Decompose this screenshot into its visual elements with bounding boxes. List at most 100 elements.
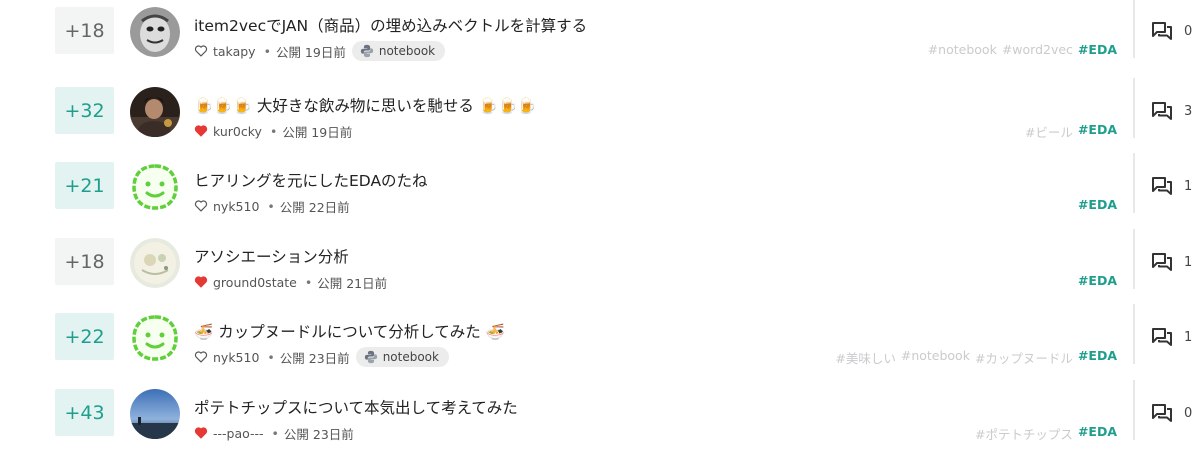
tag-list: #ポテトチップス #EDA [975,424,1117,443]
comment-count: 1 [1184,178,1193,194]
divider [1133,304,1135,364]
python-icon [360,44,373,58]
vote-count[interactable]: +18 [55,7,114,54]
tag-link[interactable]: #notebook [928,42,997,57]
avatar[interactable] [130,7,180,57]
meta-separator: • [267,198,275,214]
item-meta: ---pao--- • 公開 23日前 [194,421,354,445]
comment-bubbles-icon [1152,328,1172,346]
comment-count: 0 [1184,23,1193,39]
author-name[interactable]: takapy [213,44,256,59]
tag-link[interactable]: #美味しい [835,348,895,367]
list-item[interactable]: +21 ヒアリングを元にしたEDAのたね nyk510 • 公開 22日前 #E… [0,153,1200,218]
vote-count[interactable]: +22 [55,313,114,360]
meta-separator: • [304,274,313,290]
comment-count-button[interactable]: 0 [1152,404,1192,422]
comment-bubbles-icon [1152,22,1172,40]
main-tag-link[interactable]: #EDA [1078,424,1117,443]
vote-count[interactable]: +21 [55,162,114,209]
comment-count-button[interactable]: 1 [1152,253,1192,271]
meta-separator: • [263,43,271,59]
tag-link[interactable]: #カップヌードル [975,348,1073,367]
tag-link[interactable]: #notebook [901,348,970,367]
tag-list: #EDA [1078,273,1117,288]
divider [1133,78,1135,138]
published-date: 公開 23日前 [283,426,354,442]
list-item[interactable]: +43 ポテトチップスについて本気出して考えてみた ---pao--- • 公開… [0,380,1200,445]
divider [1133,0,1135,58]
vote-count[interactable]: +32 [55,87,114,134]
avatar[interactable] [130,238,180,288]
heart-icon[interactable] [194,351,208,363]
comment-bubbles-icon [1152,177,1172,195]
competition-notebook-list: +18 item2vecでJAN（商品）の埋め込みベクトルを計算する takap… [0,0,1200,464]
avatar[interactable] [130,162,180,212]
published-date: 公開 23日前 [279,350,350,366]
tag-list: #ビール #EDA [1025,122,1117,141]
tag-list: #notebook #word2vec #EDA [928,42,1117,57]
heart-icon[interactable] [194,45,208,57]
heart-icon[interactable] [194,276,208,288]
comment-count: 1 [1184,329,1193,345]
item-meta: nyk510 • 公開 22日前 [194,194,350,218]
published-date: 公開 22日前 [279,199,350,215]
main-tag-link[interactable]: #EDA [1078,348,1117,367]
main-tag-link[interactable]: #EDA [1078,197,1117,212]
list-item[interactable]: +32 🍺🍺🍺 大好きな飲み物に思いを馳せる 🍺🍺🍺 kur0cky • 公開 … [0,78,1200,143]
meta-separator: • [269,123,278,139]
item-title-link[interactable]: 🍜 カップヌードルについて分析してみた 🍜 [194,320,505,342]
comment-count-button[interactable]: 1 [1152,177,1192,195]
author-name[interactable]: nyk510 [213,199,259,214]
comment-count: 1 [1184,254,1193,270]
vote-count[interactable]: +43 [55,389,114,436]
comment-count-button[interactable]: 1 [1152,328,1192,346]
avatar[interactable] [130,389,180,439]
vote-count[interactable]: +18 [55,238,114,285]
comment-count: 3 [1184,103,1193,119]
comment-bubbles-icon [1152,102,1172,120]
tag-list: #EDA [1078,197,1117,212]
heart-icon[interactable] [194,200,208,212]
notebook-label: notebook [382,350,439,364]
author-name[interactable]: ---pao--- [213,426,264,441]
heart-icon[interactable] [194,125,208,137]
comment-bubbles-icon [1152,253,1172,271]
heart-icon[interactable] [194,427,208,439]
python-icon [364,350,377,364]
notebook-badge[interactable]: notebook [355,347,449,367]
author-name[interactable]: ground0state [213,275,297,290]
author-name[interactable]: nyk510 [213,350,259,365]
main-tag-link[interactable]: #EDA [1078,122,1117,141]
notebook-badge[interactable]: notebook [351,41,446,61]
item-title-link[interactable]: アソシエーション分析 [194,245,349,267]
author-name[interactable]: kur0cky [213,124,262,139]
tag-link[interactable]: #ビール [1025,122,1073,141]
item-title-link[interactable]: 🍺🍺🍺 大好きな飲み物に思いを馳せる 🍺🍺🍺 [194,94,537,116]
comment-count-button[interactable]: 3 [1152,102,1192,120]
divider [1133,153,1135,213]
notebook-label: notebook [378,44,436,58]
divider [1133,380,1135,440]
item-title-link[interactable]: ヒアリングを元にしたEDAのたね [194,169,428,191]
meta-separator: • [271,425,279,441]
avatar[interactable] [130,313,180,363]
comment-count-button[interactable]: 0 [1152,22,1192,40]
tag-link[interactable]: #ポテトチップス [975,424,1073,443]
comment-bubbles-icon [1152,404,1172,422]
tag-list: #美味しい #notebook #カップヌードル #EDA [835,348,1117,367]
list-item[interactable]: +22 🍜 カップヌードルについて分析してみた 🍜 nyk510 • 公開 23… [0,304,1200,368]
avatar[interactable] [130,87,180,137]
item-title-link[interactable]: ポテトチップスについて本気出して考えてみた [194,396,518,418]
divider [1133,229,1135,289]
meta-separator: • [267,349,275,365]
main-tag-link[interactable]: #EDA [1078,42,1117,57]
item-meta: takapy • 公開 19日前 notebook [194,39,446,63]
list-item[interactable]: +18 item2vecでJAN（商品）の埋め込みベクトルを計算する takap… [0,0,1200,63]
published-date: 公開 19日前 [282,124,353,140]
comment-count: 0 [1184,405,1193,421]
list-item[interactable]: +18 アソシエーション分析 ground0state • 公開 21日前 #E… [0,229,1200,293]
item-meta: kur0cky • 公開 19日前 [194,119,352,143]
tag-link[interactable]: #word2vec [1002,42,1073,57]
main-tag-link[interactable]: #EDA [1078,273,1117,288]
item-title-link[interactable]: item2vecでJAN（商品）の埋め込みベクトルを計算する [194,14,587,36]
